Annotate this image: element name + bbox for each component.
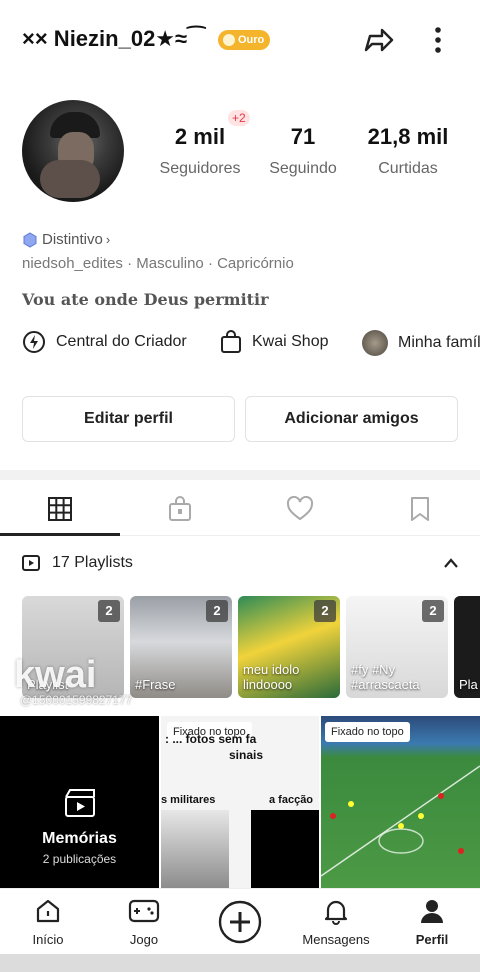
bottom-nav: Início Jogo Mensagens Perfil	[0, 888, 480, 954]
followers-label: Seguidores	[159, 160, 241, 177]
playlist-card[interactable]: 2 meu idolo lindoooo	[238, 596, 340, 698]
playlist-name: #fy #Ny #arrascaeta	[351, 662, 420, 692]
kwai-shop-label: Kwai Shop	[252, 333, 329, 350]
game-controller-icon	[128, 899, 160, 923]
profile-header: ×× Niezin_02★≈⁀ Ouro	[0, 20, 480, 60]
kwai-watermark-id: @150001599827177	[20, 693, 133, 707]
family-shortcut[interactable]: Minha famíli	[362, 330, 480, 356]
memories-count: 2 publicações	[42, 852, 117, 866]
post-caption: : ... fotos sem fa	[165, 732, 257, 746]
avatar-arm	[40, 160, 100, 198]
home-icon	[36, 899, 60, 923]
profile-meta: niedsoh_edites · Masculino · Capricórnio	[22, 255, 294, 272]
distinctive-label: Distintivo	[42, 231, 103, 248]
following-value: 71	[290, 124, 316, 149]
ouro-badge[interactable]: Ouro	[218, 30, 271, 50]
nav-home[interactable]: Início	[8, 897, 88, 947]
more-options-icon[interactable]	[426, 24, 450, 61]
edit-profile-button[interactable]: Editar perfil	[22, 396, 235, 442]
memories-clapper-icon	[65, 789, 95, 817]
bookmark-icon	[411, 497, 429, 521]
playlist-count: 2	[422, 600, 444, 622]
distinctive-link[interactable]: Distintivo ›	[22, 231, 110, 248]
system-bottom-bar	[0, 954, 480, 972]
shortcuts-row: Central do Criador Kwai Shop Minha famíl…	[0, 330, 480, 362]
tab-liked[interactable]	[285, 494, 315, 524]
chevron-up-icon[interactable]	[442, 556, 460, 575]
profile-avatar[interactable]	[22, 100, 124, 202]
playlist-card[interactable]: 2 #Frase	[130, 596, 232, 698]
playlist-count: 2	[314, 600, 336, 622]
playlist-name: #Frase	[135, 677, 176, 692]
nav-game[interactable]: Jogo	[104, 897, 184, 947]
username: ×× Niezin_02★≈⁀	[22, 26, 206, 51]
add-friends-button[interactable]: Adicionar amigos	[245, 396, 458, 442]
following-label: Seguindo	[269, 160, 337, 177]
post-image	[161, 810, 229, 888]
nav-game-label: Jogo	[129, 932, 159, 947]
lightning-circle-icon	[23, 331, 45, 353]
tab-saved[interactable]	[405, 494, 435, 524]
playlist-count: 2	[98, 600, 120, 622]
profile-person-icon	[421, 900, 443, 923]
post-caption: a facção	[269, 794, 314, 806]
nav-home-label: Início	[32, 932, 64, 947]
creator-center-label: Central do Criador	[56, 333, 187, 350]
posts-grid: Memórias 2 publicações Fixado no topo : …	[0, 716, 480, 888]
nav-messages[interactable]: Mensagens	[296, 897, 376, 947]
section-divider	[0, 470, 480, 480]
tab-private[interactable]	[165, 494, 195, 524]
creator-center-shortcut[interactable]: Central do Criador	[22, 330, 187, 354]
lock-bag-icon	[169, 496, 191, 521]
playlists-count-label: 17 Playlists	[52, 554, 133, 571]
heart-icon	[286, 496, 314, 521]
kwai-watermark-logo: kwai	[14, 654, 97, 696]
share-icon[interactable]	[360, 22, 396, 63]
bell-icon	[324, 900, 348, 925]
likes-value: 21,8 mil	[367, 124, 449, 149]
playlist-card[interactable]: Pla	[454, 596, 480, 698]
post-caption: s militares	[161, 794, 216, 806]
nav-profile[interactable]: Perfil	[392, 897, 472, 947]
grid-icon	[48, 497, 72, 521]
playlist-card[interactable]: 2 #fy #Ny #arrascaeta	[346, 596, 448, 698]
soccer-field-graphic	[321, 765, 480, 877]
memories-post[interactable]: Memórias 2 publicações	[0, 716, 159, 888]
nav-create[interactable]	[200, 899, 280, 948]
profile-bio: Vou ate onde Deus permitir	[22, 290, 269, 309]
nav-profile-label: Perfil	[415, 932, 449, 947]
post-image	[251, 810, 319, 888]
likes-label: Curtidas	[378, 160, 438, 177]
playlist-icon	[22, 555, 40, 571]
shopping-bag-icon	[221, 330, 241, 353]
active-tab-indicator	[0, 533, 120, 536]
chevron-right-icon: ›	[105, 232, 111, 247]
pinned-badge: Fixado no topo	[325, 722, 410, 742]
post-thumbnail[interactable]: Fixado no topo : ... fotos sem fa sinais…	[161, 716, 319, 888]
memories-title: Memórias	[42, 830, 117, 847]
tab-grid[interactable]	[45, 494, 75, 524]
playlist-name: meu idolo lindoooo	[243, 662, 300, 692]
distinctive-hex-icon	[23, 231, 37, 248]
content-tabs	[0, 480, 480, 536]
playlist-name: Pla	[459, 677, 478, 692]
plus-circle-icon	[218, 900, 262, 944]
followers-stat[interactable]: 2 mil Seguidores	[158, 124, 242, 178]
playlist-count: 2	[206, 600, 228, 622]
likes-stat[interactable]: 21,8 mil Curtidas	[360, 124, 456, 178]
kwai-shop-shortcut[interactable]: Kwai Shop	[220, 330, 329, 354]
post-caption: sinais	[229, 748, 264, 762]
family-avatar	[362, 330, 388, 356]
following-stat[interactable]: 71 Seguindo	[262, 124, 344, 178]
nav-messages-label: Mensagens	[302, 932, 370, 947]
profile-screen: ×× Niezin_02★≈⁀ Ouro +2 2 mil Seguidores…	[0, 0, 480, 972]
followers-value: 2 mil	[174, 124, 226, 149]
post-thumbnail[interactable]: Fixado no topo	[321, 716, 480, 888]
playlists-header[interactable]: 17 Playlists	[22, 554, 133, 572]
family-label: Minha famíli	[398, 334, 480, 351]
